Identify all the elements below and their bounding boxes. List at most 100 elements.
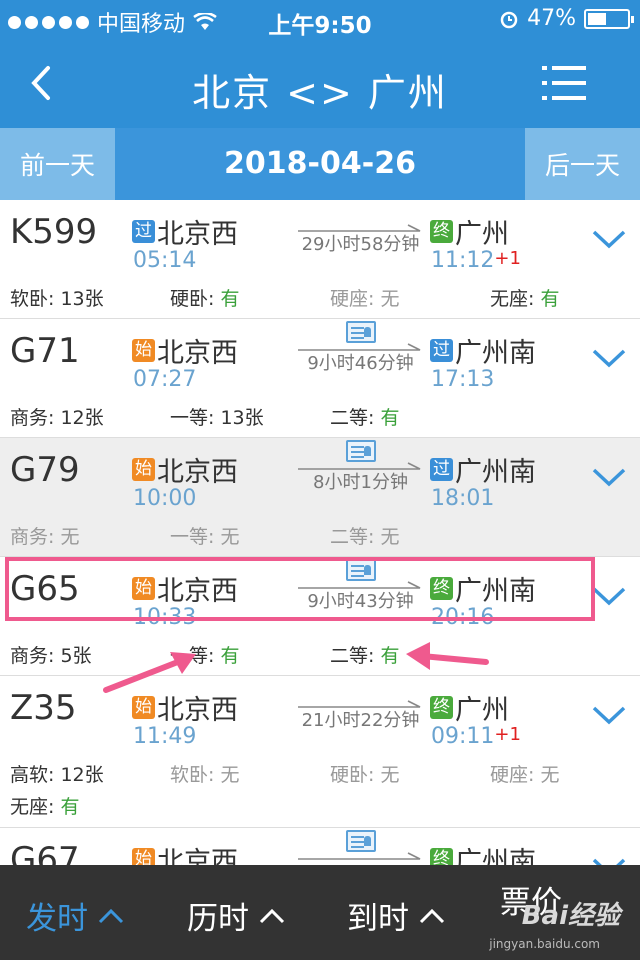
station-tag: 始 <box>132 696 155 719</box>
sort-by-arrival[interactable]: 到时 <box>347 893 445 938</box>
seat-count: 无 <box>220 526 240 548</box>
chevron-down-icon[interactable] <box>592 347 626 369</box>
seat-class: 商务: 5张 <box>10 641 92 668</box>
station-name: 北京西 <box>157 576 238 607</box>
seat-class: 二等: 无 <box>330 522 399 549</box>
seat-count: 无 <box>380 526 400 548</box>
station-name: 北京西 <box>157 457 238 488</box>
departure-station: 始北京西 <box>132 331 238 370</box>
next-day-marker: +1 <box>494 248 521 269</box>
seat-class: 二等: 有 <box>330 403 399 430</box>
station-name: 广州南 <box>455 576 536 607</box>
seat-class: 无座: 有 <box>490 284 559 311</box>
chevron-down-icon[interactable] <box>592 228 626 250</box>
seat-class-label: 软卧: <box>10 288 61 310</box>
departure-station: 始北京西 <box>132 840 238 865</box>
departure-station: 始北京西 <box>132 569 238 608</box>
chevron-down-icon[interactable] <box>592 704 626 726</box>
arrival-time-value: 18:01 <box>431 486 495 511</box>
arrival-time: 11:12+1 <box>431 248 521 273</box>
seat-count: 有 <box>540 288 560 310</box>
menu-button[interactable] <box>542 62 586 106</box>
travel-duration: 21小时22分钟 <box>301 710 420 731</box>
id-card-icon <box>346 440 376 462</box>
train-row[interactable]: G65 始北京西 10:33 9小时43分钟终广州南 20:16 商务: 5张 一等: 有二… <box>0 557 640 676</box>
train-number: G71 <box>10 331 80 371</box>
seat-class-label: 软卧: <box>170 764 221 786</box>
seat-class-label: 二等: <box>330 645 381 667</box>
station-tag: 终 <box>430 848 453 865</box>
seat-class-label: 商务: <box>10 407 61 429</box>
seat-class: 一等: 有 <box>170 641 239 668</box>
station-name: 广州 <box>455 219 509 250</box>
departure-time: 11:49 <box>133 724 197 749</box>
seat-class-label: 硬座: <box>490 764 541 786</box>
station-tag: 始 <box>132 339 155 362</box>
seat-class: 软卧: 无 <box>170 760 239 787</box>
seat-count: 有 <box>60 796 80 818</box>
departure-station: 过北京西 <box>132 212 238 251</box>
seat-class-label: 硬卧: <box>330 764 381 786</box>
departure-time: 05:14 <box>133 248 197 273</box>
sort-label: 发时 <box>26 901 88 937</box>
train-row[interactable]: G71 始北京西 07:27 9小时46分钟过广州南 17:13 商务: 12张 一等: 1… <box>0 319 640 438</box>
train-row[interactable]: Z35 始北京西 11:49 21小时22分钟终广州 09:11+1 高软: 12张 软卧:… <box>0 676 640 828</box>
sort-by-duration[interactable]: 历时 <box>187 893 285 938</box>
chevron-down-icon[interactable] <box>592 466 626 488</box>
train-number: K599 <box>10 212 98 252</box>
seat-class-label: 一等: <box>170 407 221 429</box>
departure-time: 07:27 <box>133 367 197 392</box>
arrow-line-icon <box>298 852 422 860</box>
departure-time: 10:00 <box>133 486 197 511</box>
chevron-down-icon[interactable] <box>592 856 626 865</box>
arrival-station: 过广州南 <box>430 331 536 370</box>
seat-class: 高软: 12张 <box>10 760 104 787</box>
station-name: 广州南 <box>455 847 536 865</box>
station-name: 北京西 <box>157 847 238 865</box>
seat-class: 商务: 无 <box>10 522 79 549</box>
chevron-down-icon[interactable] <box>592 585 626 607</box>
arrival-station: 终广州 <box>430 688 509 727</box>
chevron-up-icon <box>259 908 285 923</box>
train-row[interactable]: K599 过北京西 05:14 29小时58分钟终广州 11:12+1 软卧: 13张 硬卧… <box>0 200 640 319</box>
station-name: 广州南 <box>455 338 536 369</box>
id-card-icon <box>346 559 376 581</box>
seat-class: 无座: 有 <box>10 792 79 819</box>
id-card-icon <box>346 321 376 343</box>
seat-class: 硬座: 无 <box>330 284 399 311</box>
battery-icon <box>584 8 634 29</box>
station-tag: 过 <box>132 220 155 243</box>
watermark-logo: Bai经验 <box>521 901 620 931</box>
station-tag: 始 <box>132 458 155 481</box>
seat-class-label: 无座: <box>10 796 61 818</box>
seat-class-label: 商务: <box>10 645 61 667</box>
chevron-up-icon <box>98 908 124 923</box>
seat-class-label: 二等: <box>330 407 381 429</box>
arrival-time: 09:11+1 <box>431 724 521 749</box>
travel-duration: 29小时58分钟 <box>301 234 420 255</box>
station-name: 北京西 <box>157 338 238 369</box>
sort-bar: 发时 历时 到时 票价 Bai经验 jingyan.baidu.com <box>0 865 640 960</box>
arrival-station: 终广州 <box>430 212 509 251</box>
next-day-button[interactable]: 后一天 <box>525 128 640 200</box>
departure-station: 始北京西 <box>132 450 238 489</box>
sort-by-departure[interactable]: 发时 <box>26 893 124 938</box>
seat-class-label: 硬卧: <box>170 288 221 310</box>
seat-count: 5张 <box>60 645 92 667</box>
station-name: 北京西 <box>157 219 238 250</box>
train-row[interactable]: G79 始北京西 10:00 8小时1分钟过广州南 18:01 商务: 无一等: 无二等:… <box>0 438 640 557</box>
train-row[interactable]: G67 始北京西 终广州南 <box>0 828 640 865</box>
station-tag: 始 <box>132 577 155 600</box>
seat-count: 无 <box>380 288 400 310</box>
travel-duration: 9小时43分钟 <box>307 591 414 612</box>
seat-class: 硬卧: 有 <box>170 284 239 311</box>
station-name: 北京西 <box>157 695 238 726</box>
station-tag: 过 <box>430 339 453 362</box>
seat-class-label: 无座: <box>490 288 541 310</box>
date-bar: 前一天 2018-04-26 后一天 <box>0 128 640 200</box>
seat-class: 硬座: 无 <box>490 760 559 787</box>
nav-bar: 北京 <> 广州 <box>0 40 640 128</box>
arrival-time: 20:16 <box>431 605 494 630</box>
train-number: G67 <box>10 840 80 865</box>
train-number: G79 <box>10 450 80 490</box>
